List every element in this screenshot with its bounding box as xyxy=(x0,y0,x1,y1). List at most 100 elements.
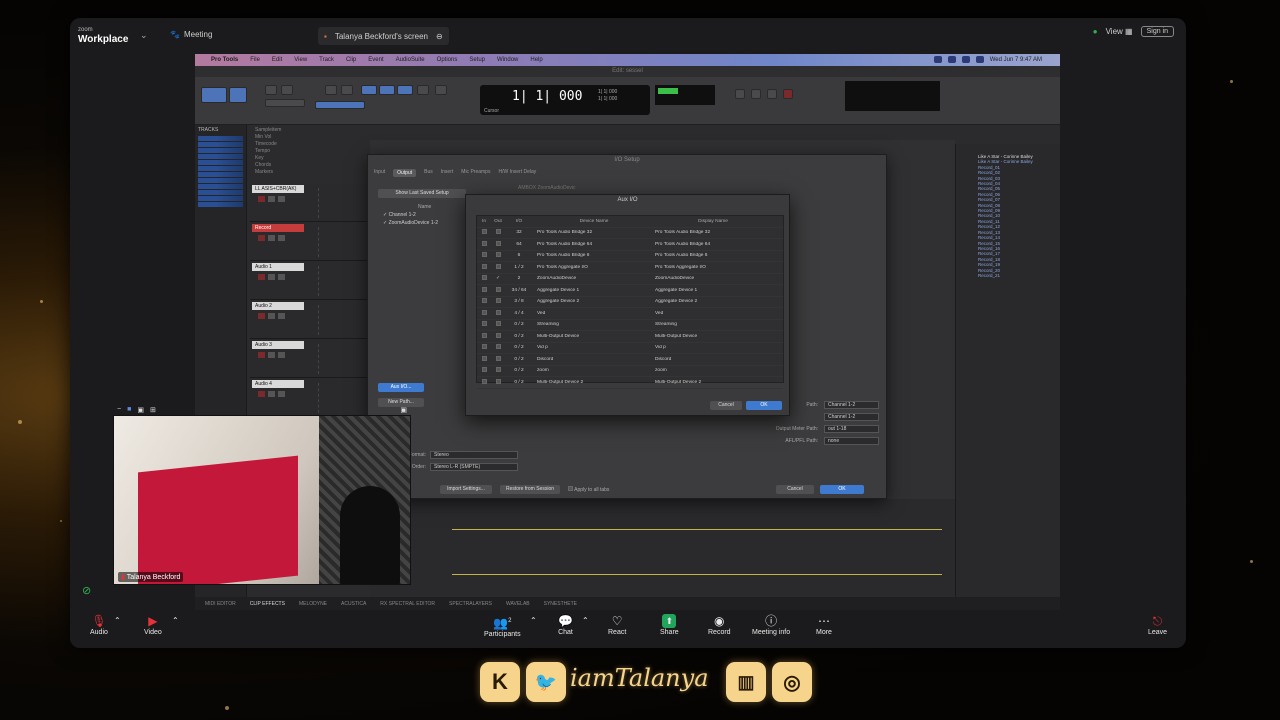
display-name[interactable]: Discord xyxy=(651,357,771,362)
track-name[interactable]: Audio 1 xyxy=(252,263,304,271)
mute-button[interactable] xyxy=(278,235,285,241)
chevron-down-icon[interactable]: ⌄ xyxy=(140,30,148,41)
apply-to-all-tabs-checkbox[interactable]: Apply to all tabs xyxy=(568,486,609,493)
display-name[interactable]: Aggregate Device 1 xyxy=(651,288,771,293)
aux-io-row[interactable]: 0 / 2 Multi-Output Device 2 Multi-Output D… xyxy=(477,377,783,389)
participant-video-tile[interactable]: ▮ Talanya Beckford xyxy=(113,415,411,585)
plugin-tab[interactable]: SPECTRALAYERS xyxy=(449,601,492,607)
solo-button[interactable] xyxy=(268,196,275,202)
ruler-item[interactable]: Sampleitem xyxy=(255,127,313,134)
tile-view-icon[interactable]: ■ xyxy=(127,406,131,413)
solo-button[interactable] xyxy=(268,235,275,241)
plugin-tab[interactable]: MIDI EDITOR xyxy=(205,601,236,607)
menu-item[interactable]: Event xyxy=(368,57,383,63)
out-checkbox[interactable] xyxy=(491,263,505,271)
aux-ok-button[interactable]: OK xyxy=(746,401,782,410)
show-last-saved-setup-button[interactable]: Show Last Saved Setup xyxy=(378,189,466,198)
checkbox-icon[interactable] xyxy=(481,298,487,304)
security-icon[interactable]: ⊘ xyxy=(82,584,91,597)
out-checkbox[interactable] xyxy=(491,240,505,248)
gallery-icon[interactable]: ▣ xyxy=(137,406,144,414)
mode-buttons[interactable] xyxy=(229,87,247,103)
display-name[interactable]: Pro Tools Audio Bridge 6 xyxy=(651,253,771,258)
shared-screen-tab[interactable]: ▪ Talanya Beckford's screen ⊖ xyxy=(318,27,449,45)
path-select[interactable]: Channel 1-2 xyxy=(824,401,879,409)
sign-in-button[interactable]: Sign in xyxy=(1140,26,1174,37)
track-list-item[interactable] xyxy=(198,196,243,201)
menu-item[interactable]: Window xyxy=(497,57,518,63)
solo-button[interactable] xyxy=(268,313,275,319)
more-button[interactable]: ⋯ More xyxy=(816,614,832,636)
checkbox-icon[interactable] xyxy=(495,298,501,304)
checkbox-icon[interactable] xyxy=(481,355,487,361)
aux-io-row[interactable]: ✓ 2 ZoomAudioDevice ZoomAudioDevice xyxy=(477,274,783,285)
display-name[interactable]: ZoomAudioDevice xyxy=(651,276,771,281)
participants-button[interactable]: 👥2 Participants xyxy=(484,614,521,638)
ruler-item[interactable]: Chords xyxy=(255,162,313,169)
checkbox-icon[interactable] xyxy=(481,367,487,373)
track-list-item[interactable] xyxy=(198,166,243,171)
track-header[interactable]: LL ASIS+CBR(AK) xyxy=(250,184,368,222)
ruler-item[interactable]: Tempo xyxy=(255,148,313,155)
status-icon[interactable] xyxy=(975,56,984,63)
in-checkbox[interactable] xyxy=(477,298,491,305)
checkbox-icon[interactable] xyxy=(495,355,501,361)
chevron-up-icon[interactable]: ⌃ xyxy=(172,616,179,625)
solo-button[interactable] xyxy=(268,274,275,280)
zoom-presets[interactable] xyxy=(265,99,305,107)
menu-item[interactable]: Options xyxy=(437,57,458,63)
tab-hw-insert-delay[interactable]: H/W Insert Delay xyxy=(498,169,536,177)
pencil-tool-icon[interactable] xyxy=(417,85,429,95)
plugin-tab[interactable]: WAVELAB xyxy=(506,601,530,607)
clip-list-item[interactable]: Record_21 xyxy=(956,273,1060,278)
menu-item[interactable]: Track xyxy=(319,57,334,63)
aux-io-row[interactable]: 4 / 4 Ved Ved xyxy=(477,308,783,320)
ruler-item[interactable]: Timecode xyxy=(255,141,313,148)
display-name[interactable]: Ved xyxy=(651,311,771,316)
ruler-item[interactable]: Markers xyxy=(255,169,313,176)
ruler-item[interactable]: Key xyxy=(255,155,313,162)
menu-item[interactable]: Setup xyxy=(469,57,485,63)
display-name[interactable]: Pro Tools Audio Bridge 32 xyxy=(651,230,771,235)
in-checkbox[interactable] xyxy=(477,367,491,374)
out-checkbox[interactable] xyxy=(491,344,505,351)
io-cancel-button[interactable]: Cancel xyxy=(776,485,814,494)
checkbox-icon[interactable] xyxy=(495,252,501,258)
smart-tool-icon[interactable] xyxy=(397,85,413,95)
maximize-icon[interactable]: ▣ xyxy=(400,406,407,414)
clip-list-item[interactable]: Like A Star - Corinne Bailey xyxy=(956,144,1060,159)
record-enable-button[interactable] xyxy=(258,196,265,202)
status-icon[interactable] xyxy=(947,56,956,63)
out-checkbox[interactable]: ✓ xyxy=(491,276,505,281)
in-checkbox[interactable] xyxy=(477,355,491,363)
mute-button[interactable] xyxy=(278,391,285,397)
checkbox-icon[interactable] xyxy=(495,321,501,327)
in-checkbox[interactable] xyxy=(477,229,491,236)
stop-button[interactable] xyxy=(751,89,761,99)
output-path-row[interactable]: ✓ Channel 1-2 xyxy=(378,211,473,219)
display-name[interactable]: Pro Tools Aggregate I/O xyxy=(651,265,771,270)
out-checkbox[interactable] xyxy=(491,378,505,386)
in-checkbox[interactable] xyxy=(477,344,491,351)
path-select-2[interactable]: Channel 1-2 xyxy=(824,413,879,421)
aux-io-row[interactable]: 64 Pro Tools Audio Bridge 64 Pro Tools Aud… xyxy=(477,239,783,251)
solo-button[interactable] xyxy=(268,391,275,397)
aux-cancel-button[interactable]: Cancel xyxy=(710,401,742,410)
checkbox-icon[interactable] xyxy=(495,240,501,246)
in-checkbox[interactable] xyxy=(477,321,491,328)
in-checkbox[interactable] xyxy=(477,332,491,340)
menu-item[interactable]: AudioSuite xyxy=(396,57,425,63)
aux-io-row[interactable]: 0 / 2 Multi-Output Device Multi-Output Dev… xyxy=(477,331,783,343)
track-list-item[interactable] xyxy=(198,136,243,141)
display-name[interactable]: Aggregate Device 2 xyxy=(651,299,771,304)
mode-buttons[interactable] xyxy=(201,87,227,103)
minimize-icon[interactable]: − xyxy=(117,406,121,413)
track-name[interactable]: Audio 4 xyxy=(252,380,304,388)
track-header[interactable]: Audio 2 xyxy=(250,301,368,339)
out-checkbox[interactable] xyxy=(491,321,505,328)
selector-tool-icon[interactable] xyxy=(361,85,377,95)
status-icon[interactable] xyxy=(961,56,970,63)
menu-item[interactable]: Help xyxy=(530,57,542,63)
tab-bus[interactable]: Bus xyxy=(424,169,433,177)
display-name[interactable]: Streaming xyxy=(651,322,771,327)
